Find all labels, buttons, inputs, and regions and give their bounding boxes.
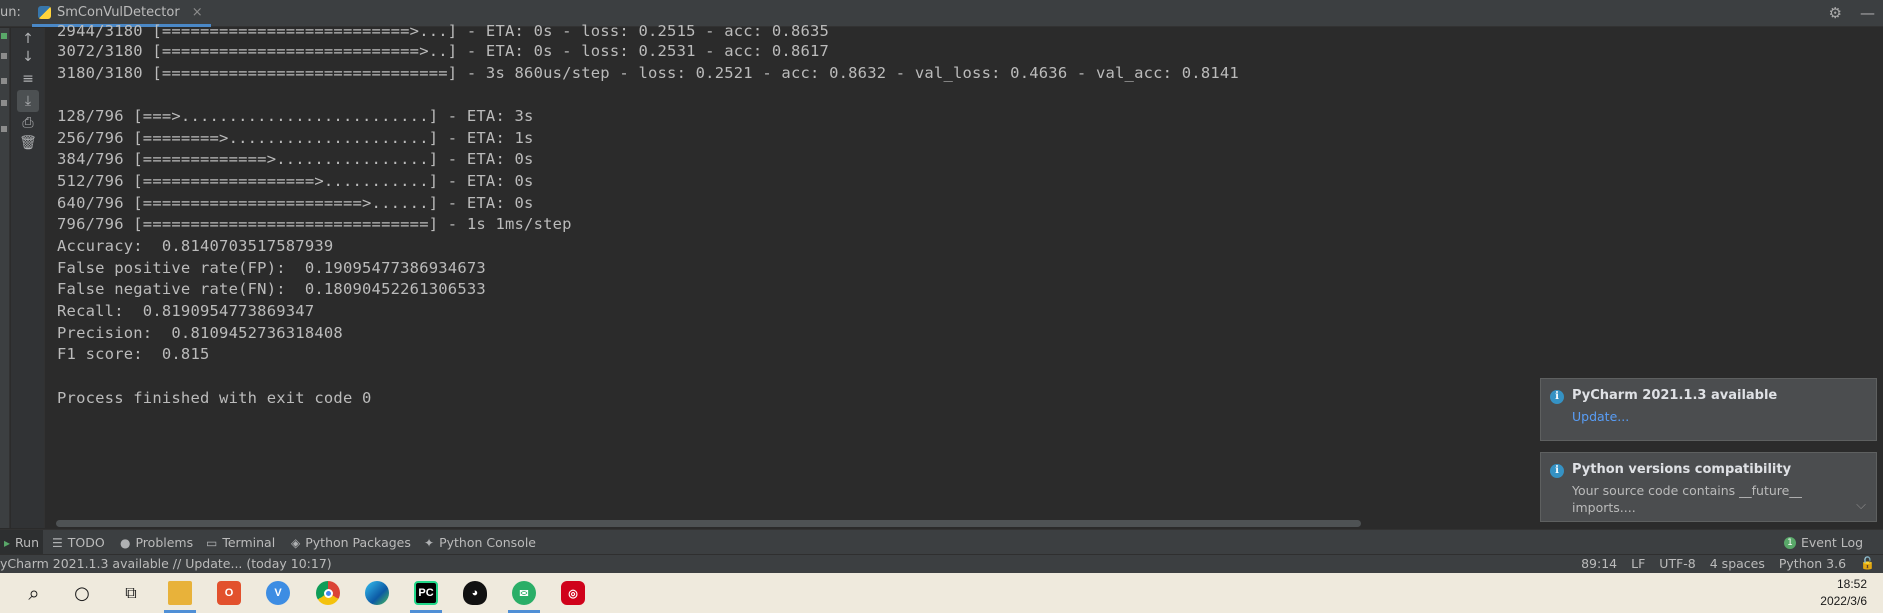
python-compat-notification[interactable]: i Python versions compatibility Your sou… [1540, 452, 1877, 522]
clock-date: 2022/3/6 [1820, 594, 1867, 608]
tab-problems-label: Problems [135, 535, 194, 550]
search-icon[interactable]: ⌕ [12, 573, 56, 613]
chrome-icon[interactable] [306, 573, 350, 613]
qq-icon[interactable]: ◕ [453, 573, 497, 613]
caret-position[interactable]: 89:14 [1581, 556, 1617, 571]
rerun-icon[interactable] [1, 33, 7, 39]
cortana-icon[interactable]: ○ [60, 573, 104, 613]
taskbar: ⌕ ○ ⧉ O V PC ◕ ✉ ◎ 18:52 2022/3/6 [0, 573, 1883, 613]
tab-python-packages[interactable]: ◈ Python Packages [287, 530, 415, 555]
left-edge-strip [0, 28, 10, 528]
minimize-icon[interactable]: — [1860, 4, 1875, 22]
line-separator[interactable]: LF [1631, 556, 1645, 571]
interpreter-selector[interactable]: Python 3.6 [1779, 556, 1846, 571]
file-encoding[interactable]: UTF-8 [1659, 556, 1695, 571]
status-bar: yCharm 2021.1.3 available // Update... (… [0, 554, 1883, 573]
lock-icon[interactable]: 🔓 [1860, 556, 1875, 571]
tab-todo-label: TODO [67, 535, 105, 550]
python-console-icon: ✦ [424, 535, 435, 550]
list-icon: ☰ [52, 535, 63, 550]
event-log-badge: 1 [1784, 536, 1796, 549]
tab-python-console[interactable]: ✦ Python Console [420, 530, 540, 555]
status-message[interactable]: yCharm 2021.1.3 available // Update... (… [0, 556, 332, 571]
notification-title: Python versions compatibility [1572, 462, 1792, 477]
console-line: Process finished with exit code 0 [57, 389, 372, 407]
python-icon [38, 5, 51, 19]
wechat-icon[interactable]: ✉ [502, 573, 546, 613]
edge-icon[interactable] [355, 573, 399, 613]
tab-event-log[interactable]: 1 Event Log [1780, 530, 1867, 555]
info-icon: i [1550, 464, 1564, 478]
console-line: F1 score: 0.815 [57, 345, 210, 363]
arrow-down-icon[interactable]: ↓ [17, 46, 39, 68]
indent-setting[interactable]: 4 spaces [1710, 556, 1765, 571]
task-view-icon[interactable]: ⧉ [109, 573, 153, 613]
soft-wrap-icon[interactable]: ≡ [17, 68, 39, 90]
horizontal-scrollbar[interactable] [56, 520, 1361, 527]
console-line: 3180/3180 [=============================… [57, 64, 1239, 82]
tab-run-label: Run [15, 535, 39, 550]
print-icon[interactable]: ⎙ [17, 112, 39, 134]
play-icon: ▸ [4, 535, 11, 550]
layout-icon[interactable] [1, 78, 7, 84]
tab-python-console-label: Python Console [439, 535, 536, 550]
terminal-icon: ▭ [206, 535, 218, 550]
notification-body: Your source code contains __future__ imp… [1572, 483, 1802, 515]
v-app-icon[interactable]: V [256, 573, 300, 613]
netease-music-icon[interactable]: ◎ [551, 573, 595, 613]
trash-icon[interactable]: 🗑 [17, 132, 39, 154]
export-icon[interactable] [1, 126, 7, 132]
chevron-down-icon[interactable]: ⌵ [1856, 498, 1866, 513]
notification-title: PyCharm 2021.1.3 available [1572, 388, 1778, 403]
console-toolbar: ↑ ↓ ≡ ⤓ ⎙ 🗑 [11, 28, 45, 528]
info-icon: i [1550, 390, 1564, 404]
tab-problems[interactable]: ● Problems [116, 530, 197, 555]
pycharm-label: PC [414, 581, 438, 605]
pycharm-icon[interactable]: PC [404, 573, 448, 613]
update-notification[interactable]: i PyCharm 2021.1.3 available Update... [1540, 378, 1877, 441]
packages-icon: ◈ [291, 535, 301, 550]
tab-event-log-label: Event Log [1801, 535, 1864, 550]
tab-terminal-label: Terminal [222, 535, 276, 550]
problems-icon: ● [120, 535, 131, 550]
scroll-to-end-icon[interactable]: ⤓ [17, 90, 39, 112]
tab-todo[interactable]: ☰ TODO [48, 530, 109, 555]
clock-time: 18:52 [1836, 577, 1867, 591]
tab-terminal[interactable]: ▭ Terminal [202, 530, 279, 555]
office-icon[interactable]: O [207, 573, 251, 613]
run-label: un: [0, 5, 21, 20]
system-clock[interactable]: 18:52 2022/3/6 [1820, 576, 1867, 610]
file-explorer-icon[interactable] [158, 573, 202, 613]
stop-icon[interactable] [1, 53, 7, 59]
pin-icon[interactable] [1, 100, 7, 106]
tab-python-packages-label: Python Packages [305, 535, 411, 550]
tab-run[interactable]: ▸ Run [0, 530, 43, 555]
gear-icon[interactable]: ⚙ [1829, 4, 1842, 22]
tool-window-bar: ▸ Run ☰ TODO ● Problems ▭ Terminal ◈ Pyt… [0, 529, 1883, 555]
update-link[interactable]: Update... [1572, 409, 1629, 424]
